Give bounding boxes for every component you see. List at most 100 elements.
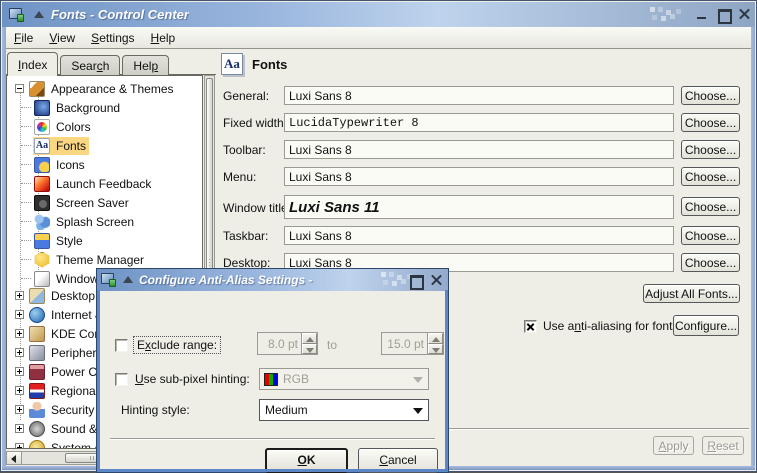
configure-anti-alias-button[interactable]: Configure...	[673, 315, 739, 336]
dialog-shade-button[interactable]	[122, 275, 134, 285]
sidebar-item-icons[interactable]: Icons	[21, 155, 88, 174]
system-administration-icon	[29, 440, 45, 450]
anti-aliasing-checkbox[interactable]	[524, 320, 537, 333]
spin-up-icon	[428, 333, 443, 344]
expander-plus-icon[interactable]	[15, 367, 24, 376]
expander-plus-icon[interactable]	[15, 329, 24, 338]
sidebar-item-colors[interactable]: Colors	[21, 117, 94, 136]
expander-plus-icon[interactable]	[15, 424, 24, 433]
screen-saver-icon	[34, 195, 50, 211]
configure-anti-alias-dialog: Configure Anti-Alias Settings - Control …	[96, 268, 449, 473]
tab-index[interactable]: Index	[7, 52, 58, 75]
cancel-button[interactable]: Cancel	[358, 448, 438, 473]
theme-manager-icon	[34, 252, 50, 268]
sidebar-item-fonts[interactable]: Aa Fonts	[21, 136, 89, 155]
expander-plus-icon[interactable]	[15, 348, 24, 357]
exclude-range-checkbox[interactable]	[115, 339, 128, 352]
choose-toolbar-button[interactable]: Choose...	[681, 140, 740, 159]
tab-search[interactable]: Search	[60, 55, 120, 75]
maximize-button[interactable]	[715, 6, 732, 23]
anti-aliasing-row: Use anti-aliasing for fonts	[524, 319, 678, 333]
choose-fixed-width-button[interactable]: Choose...	[681, 113, 740, 132]
expander-plus-icon[interactable]	[15, 310, 24, 319]
expander-plus-icon[interactable]	[15, 405, 24, 414]
ok-button[interactable]: OK	[265, 448, 348, 473]
sidebar-item-style[interactable]: Style	[21, 231, 86, 250]
hinting-style-combo[interactable]: Medium	[259, 399, 429, 421]
menu-file[interactable]: File	[6, 28, 41, 48]
peripherals-icon	[29, 345, 45, 361]
splash-screen-icon	[34, 214, 50, 230]
taskbar-label: Taskbar:	[223, 229, 268, 243]
anti-aliasing-label: Use anti-aliasing for fonts	[543, 319, 678, 333]
sidebar-item-splash-screen[interactable]: Splash Screen	[21, 212, 137, 231]
sidebar-item-internet-network[interactable]: Internet &	[15, 305, 106, 324]
style-icon	[34, 233, 50, 249]
spin-up-icon	[302, 333, 317, 344]
launch-feedback-icon	[34, 176, 50, 192]
hinting-style-value: Medium	[265, 403, 412, 417]
choose-window-title-button[interactable]: Choose...	[681, 197, 740, 216]
toolbar-font-field: Luxi Sans 8	[284, 140, 674, 159]
expander-plus-icon[interactable]	[15, 443, 24, 449]
window-frame-right	[751, 27, 755, 470]
sidebar-item-power-control[interactable]: Power Co	[15, 362, 107, 381]
sound-icon	[29, 421, 45, 437]
choose-taskbar-button[interactable]: Choose...	[681, 226, 740, 245]
internet-icon	[29, 307, 45, 323]
expander-minus-icon[interactable]	[15, 84, 24, 93]
power-control-icon	[29, 364, 45, 380]
appearance-themes-icon	[29, 81, 45, 97]
tab-help[interactable]: Help	[122, 55, 169, 75]
dialog-maximize-button[interactable]	[407, 272, 424, 289]
sidebar-item-appearance-themes[interactable]: Appearance & Themes	[15, 79, 177, 98]
general-label: General:	[223, 89, 269, 103]
sidebar-item-regional[interactable]: Regional	[15, 381, 101, 400]
expander-plus-icon[interactable]	[15, 291, 24, 300]
dialog-body: Exclude range: 8.0 pt to 15.0 pt Use sub…	[100, 291, 445, 469]
toolbar-label: Toolbar:	[223, 143, 266, 157]
spin-down-icon	[302, 344, 317, 355]
sidebar-item-background[interactable]: Background	[21, 98, 123, 117]
regional-icon	[29, 383, 45, 399]
fonts-header-icon: Aa	[221, 53, 243, 75]
sidebar-item-security[interactable]: Security &	[15, 400, 109, 419]
choose-menu-button[interactable]: Choose...	[681, 167, 740, 186]
sidebar-item-theme-manager[interactable]: Theme Manager	[21, 250, 147, 269]
sidebar-item-sound[interactable]: Sound &	[15, 419, 100, 438]
menu-help[interactable]: Help	[143, 28, 184, 48]
combo-arrow-icon	[412, 369, 428, 389]
menu-settings[interactable]: Settings	[83, 28, 142, 48]
sub-pixel-hinting-checkbox[interactable]	[115, 373, 128, 386]
sidebar-item-launch-feedback[interactable]: Launch Feedback	[21, 174, 154, 193]
window-title: Fonts - Control Center	[51, 7, 189, 22]
kde-components-icon	[29, 326, 45, 342]
menu-view[interactable]: View	[41, 28, 83, 48]
dialog-titlebar-mosaic-decoration	[377, 270, 405, 290]
minimize-button[interactable]	[694, 6, 711, 23]
taskbar-font-field: Luxi Sans 8	[284, 226, 674, 245]
expander-plus-icon[interactable]	[15, 386, 24, 395]
scroll-left-arrow-icon[interactable]	[7, 452, 22, 464]
dialog-close-button[interactable]	[428, 272, 445, 289]
sidebar-item-desktop[interactable]: Desktop	[15, 286, 98, 305]
choose-desktop-button[interactable]: Choose...	[681, 253, 740, 272]
sidebar-item-kde-components[interactable]: KDE Com	[15, 324, 107, 343]
dialog-title: Configure Anti-Alias Settings - Control	[139, 273, 314, 287]
close-button[interactable]	[736, 6, 753, 23]
sidebar-item-system-administration[interactable]: System A	[15, 438, 105, 449]
exclude-from-spinbox: 8.0 pt	[257, 332, 318, 355]
menu-font-field: Luxi Sans 8	[284, 167, 674, 186]
background-icon	[34, 100, 50, 116]
fixed-width-label: Fixed width:	[223, 116, 287, 130]
shade-button[interactable]	[33, 10, 45, 20]
sidebar-item-peripherals[interactable]: Periphera	[15, 343, 106, 362]
combo-arrow-icon	[412, 400, 428, 420]
menubar: File View Settings Help	[6, 27, 751, 49]
security-icon	[29, 402, 45, 418]
choose-general-button[interactable]: Choose...	[681, 86, 740, 105]
sidebar-item-screen-saver[interactable]: Screen Saver	[21, 193, 132, 212]
titlebar[interactable]: Fonts - Control Center	[2, 2, 755, 27]
adjust-all-fonts-button[interactable]: Adjust All Fonts...	[643, 284, 740, 303]
dialog-titlebar[interactable]: Configure Anti-Alias Settings - Control	[97, 269, 448, 291]
